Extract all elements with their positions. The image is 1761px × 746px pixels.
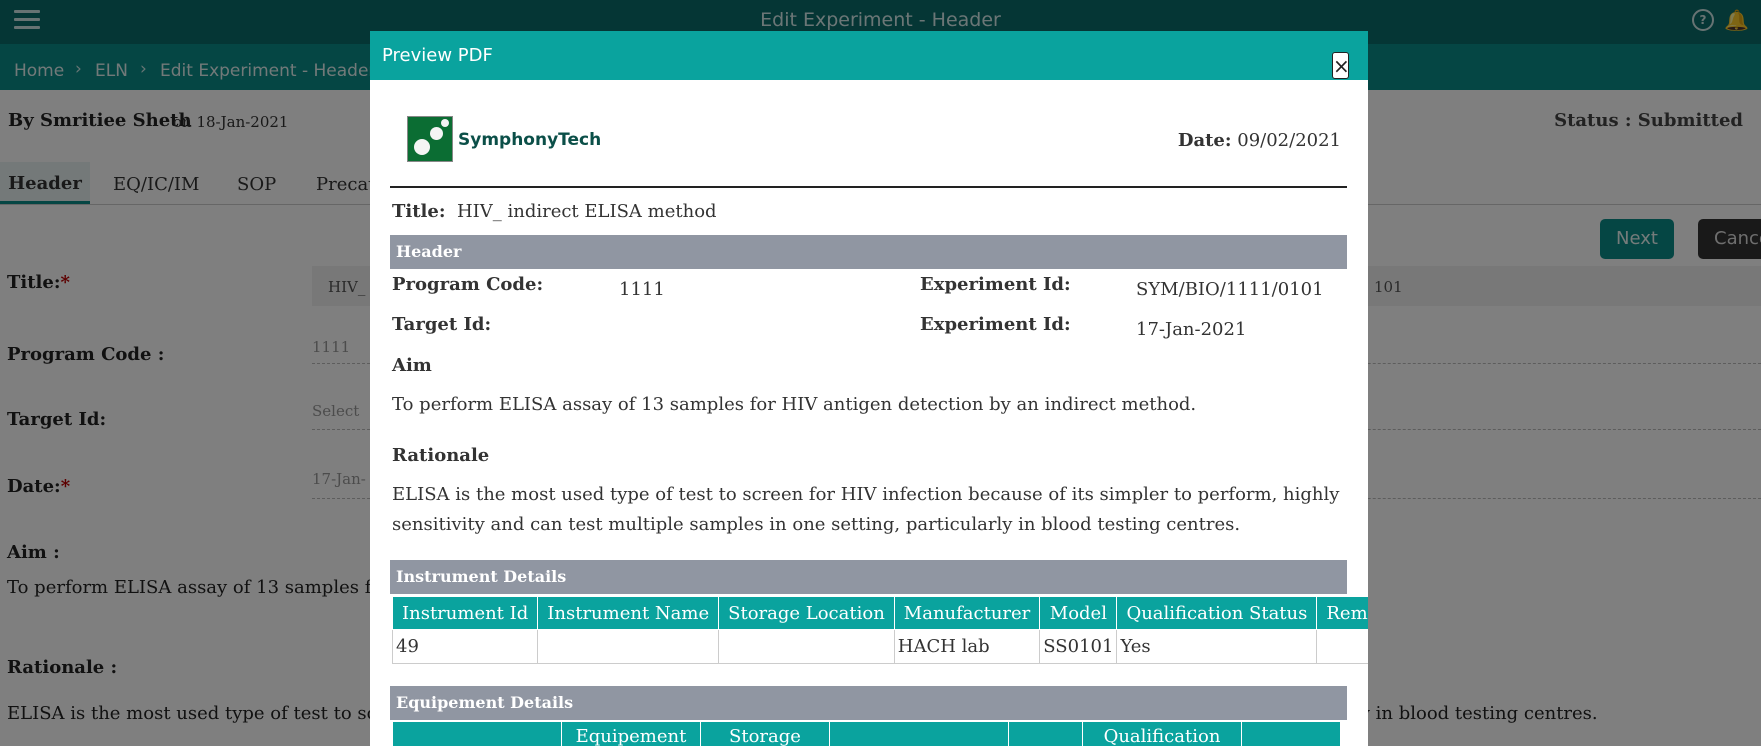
document-title: Title: HIV_ indirect ELISA method bbox=[392, 201, 717, 222]
column-header: Qualification bbox=[1082, 721, 1242, 746]
aim-text: To perform ELISA assay of 13 samples for… bbox=[392, 394, 1197, 415]
rationale-text: ELISA is the most used type of test to s… bbox=[392, 484, 1340, 535]
table-cell: SS0101 bbox=[1039, 629, 1118, 664]
logo-text: SymphonyTech bbox=[458, 130, 602, 150]
column-header bbox=[829, 721, 1009, 746]
table-cell: Yes bbox=[1116, 629, 1318, 664]
aim-label: Aim bbox=[392, 355, 432, 376]
experiment-id-value: SYM/BIO/1111/0101 bbox=[1136, 279, 1324, 300]
column-header: Instrument Id bbox=[391, 596, 539, 630]
column-header bbox=[392, 721, 562, 746]
column-header: Model bbox=[1039, 596, 1118, 630]
column-header bbox=[1241, 721, 1341, 746]
table-cell: HACH lab bbox=[893, 629, 1041, 664]
section-header-bar: Header bbox=[390, 235, 1347, 269]
experiment-id-label: Experiment Id: bbox=[920, 274, 1071, 295]
equipment-table: Equipement Storage Qualification bbox=[392, 721, 1341, 746]
document-date: Date: 09/02/2021 bbox=[1177, 130, 1341, 151]
target-id-label: Target Id: bbox=[392, 314, 492, 335]
column-header: Qualification Status bbox=[1116, 596, 1318, 630]
table-cell bbox=[537, 629, 720, 664]
column-header: Manufacturer bbox=[893, 596, 1041, 630]
modal-header: Preview PDF bbox=[370, 31, 1368, 80]
program-code-value: 1111 bbox=[619, 279, 665, 300]
column-header bbox=[1008, 721, 1083, 746]
preview-pdf-modal: Preview PDF × SymphonyTech Date: 09/02/2… bbox=[370, 31, 1368, 746]
column-header: Storage bbox=[700, 721, 830, 746]
experiment-date-value: 17-Jan-2021 bbox=[1136, 319, 1247, 340]
rationale-label: Rationale bbox=[392, 445, 490, 466]
table-cell: 49 bbox=[391, 629, 539, 664]
column-header: Instrument Name bbox=[537, 596, 720, 630]
table-header-row: Equipement Storage Qualification bbox=[392, 721, 1341, 746]
program-code-label: Program Code: bbox=[392, 274, 544, 295]
company-logo: SymphonyTech bbox=[407, 116, 601, 164]
table-row: 49 HACH lab SS0101 Yes bbox=[391, 629, 1368, 664]
instrument-table: Instrument Id Instrument Name Storage Lo… bbox=[391, 596, 1368, 664]
table-header-row: Instrument Id Instrument Name Storage Lo… bbox=[391, 596, 1368, 630]
column-header: Storage Location bbox=[718, 596, 895, 630]
modal-title: Preview PDF bbox=[382, 45, 493, 66]
close-icon[interactable]: × bbox=[1332, 52, 1350, 79]
column-header: Equipement bbox=[561, 721, 701, 746]
equipment-section-bar: Equipement Details bbox=[390, 686, 1347, 720]
column-header: Remark bbox=[1316, 596, 1368, 630]
instrument-section-bar: Instrument Details bbox=[390, 560, 1347, 594]
table-cell bbox=[718, 629, 895, 664]
logo-mark-icon bbox=[407, 116, 453, 162]
divider bbox=[390, 186, 1347, 188]
table-cell bbox=[1316, 629, 1368, 664]
experiment-id-label: Experiment Id: bbox=[920, 314, 1071, 335]
